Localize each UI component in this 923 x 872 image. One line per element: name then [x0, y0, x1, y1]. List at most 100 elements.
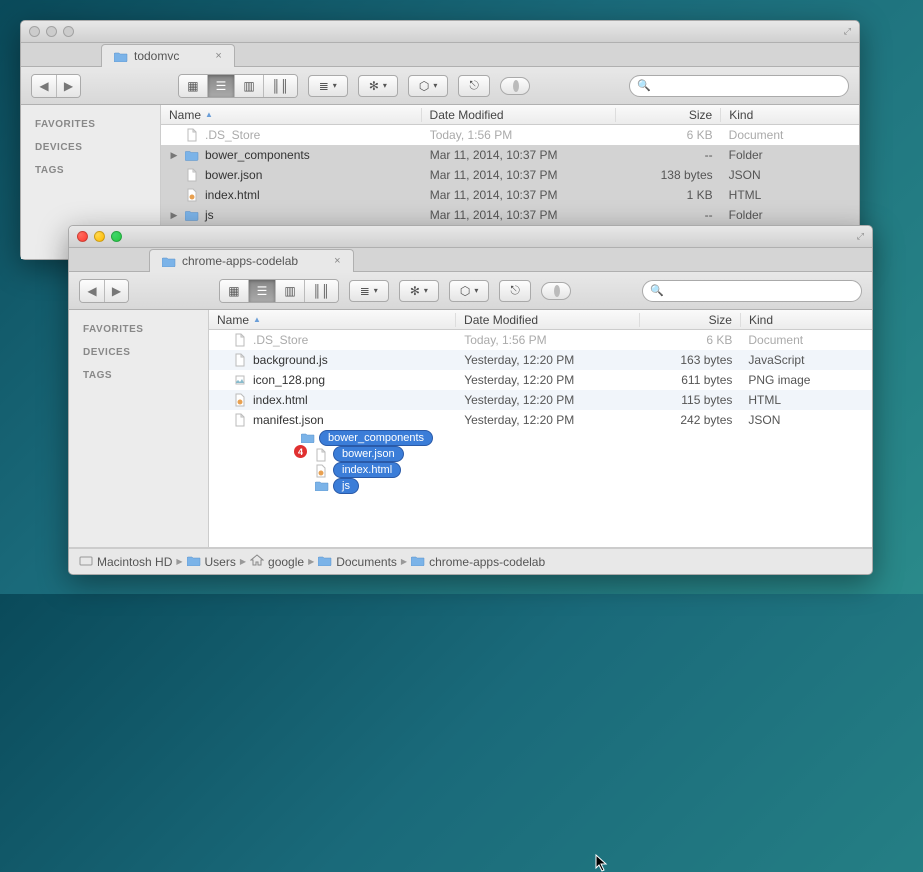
action-button[interactable]: ✻ ▾	[358, 75, 398, 97]
titlebar[interactable]: ⤢	[21, 21, 859, 43]
minimize-button[interactable]	[94, 231, 105, 242]
path-segment[interactable]: Documents	[318, 555, 397, 569]
sidebar-tags[interactable]: TAGS	[21, 159, 160, 182]
column-view-button[interactable]: ▥	[234, 75, 262, 97]
titlebar[interactable]: ⤢	[69, 226, 872, 248]
sidebar-devices[interactable]: DEVICES	[69, 341, 208, 364]
file-row[interactable]: ▶bower_componentsMar 11, 2014, 10:37 PM-…	[161, 145, 859, 165]
file-size: 6 KB	[616, 128, 721, 142]
sidebar-tags[interactable]: TAGS	[69, 364, 208, 387]
finder-window-front: ⤢ chrome-apps-codelab × ◀ ▶ ▦ ☰ ▥ ║║ ≣ ▾…	[68, 225, 873, 575]
folder-icon	[318, 555, 332, 569]
fullscreen-icon[interactable]: ⤢	[857, 231, 864, 242]
coverflow-view-button[interactable]: ║║	[263, 75, 297, 97]
coverflow-view-button[interactable]: ║║	[304, 280, 338, 302]
file-size: 115 bytes	[640, 393, 740, 407]
file-row[interactable]: index.htmlYesterday, 12:20 PM115 bytesHT…	[209, 390, 872, 410]
column-name[interactable]: Name▲	[161, 108, 422, 122]
zoom-button[interactable]	[63, 26, 74, 37]
column-size[interactable]: Size	[640, 313, 741, 327]
tab-label: chrome-apps-codelab	[182, 254, 298, 268]
sidebar: FAVORITES DEVICES TAGS	[69, 310, 209, 547]
column-kind[interactable]: Kind	[741, 313, 872, 327]
toolbar: ◀ ▶ ▦ ☰ ▥ ║║ ≣ ▾ ✻ ▾ ⬡ ▾ ⎋ 🔍	[69, 272, 872, 310]
file-row[interactable]: .DS_StoreToday, 1:56 PM6 KBDocument	[161, 125, 859, 145]
dropbox-button[interactable]: ⬡ ▾	[449, 280, 490, 302]
icon-view-button[interactable]: ▦	[220, 280, 247, 302]
chevron-right-icon: ▶	[401, 557, 407, 566]
tab-codelab[interactable]: chrome-apps-codelab ×	[149, 249, 354, 272]
tab-bar: chrome-apps-codelab ×	[69, 248, 872, 272]
close-icon[interactable]: ×	[334, 255, 340, 267]
nav-buttons: ◀ ▶	[31, 74, 81, 98]
search-input[interactable]	[629, 75, 849, 97]
sidebar-favorites[interactable]: FAVORITES	[21, 113, 160, 136]
file-date: Yesterday, 12:20 PM	[456, 353, 640, 367]
share-button[interactable]: ⎋	[499, 280, 531, 302]
file-row[interactable]: icon_128.pngYesterday, 12:20 PM611 bytes…	[209, 370, 872, 390]
file-kind: HTML	[740, 393, 872, 407]
sidebar-devices[interactable]: DEVICES	[21, 136, 160, 159]
search-field: 🔍	[629, 75, 849, 97]
file-size: 138 bytes	[616, 168, 721, 182]
column-kind[interactable]: Kind	[721, 108, 859, 122]
path-segment[interactable]: google	[250, 554, 304, 569]
tags-button[interactable]	[500, 77, 530, 95]
arrange-button[interactable]: ≣ ▾	[308, 75, 348, 97]
close-button[interactable]	[29, 26, 40, 37]
chevron-right-icon: ▶	[308, 557, 314, 566]
column-name[interactable]: Name▲	[209, 313, 456, 327]
file-row[interactable]: bower.jsonMar 11, 2014, 10:37 PM138 byte…	[161, 165, 859, 185]
file-kind: JSON	[740, 413, 872, 427]
nav-buttons: ◀ ▶	[79, 279, 129, 303]
file-name: background.js	[253, 353, 328, 367]
file-row[interactable]: manifest.jsonYesterday, 12:20 PM242 byte…	[209, 410, 872, 430]
folder-icon	[185, 208, 199, 222]
column-header: Name▲ Date Modified Size Kind	[209, 310, 872, 330]
disclosure-triangle[interactable]: ▶	[169, 210, 179, 221]
path-segment[interactable]: Macintosh HD	[79, 555, 172, 569]
tab-todomvc[interactable]: todomvc ×	[101, 44, 235, 67]
column-date[interactable]: Date Modified	[456, 313, 640, 327]
file-kind: Document	[721, 128, 859, 142]
file-date: Mar 11, 2014, 10:37 PM	[422, 148, 616, 162]
disclosure-triangle[interactable]: ▶	[169, 150, 179, 161]
column-date[interactable]: Date Modified	[422, 108, 616, 122]
back-button[interactable]: ◀	[80, 280, 104, 302]
file-row[interactable]: background.jsYesterday, 12:20 PM163 byte…	[209, 350, 872, 370]
file-date: Yesterday, 12:20 PM	[456, 393, 640, 407]
list-view-button[interactable]: ☰	[248, 280, 276, 302]
minimize-button[interactable]	[46, 26, 57, 37]
forward-button[interactable]: ▶	[56, 75, 80, 97]
list-view-button[interactable]: ☰	[207, 75, 235, 97]
share-button[interactable]: ⎋	[458, 75, 490, 97]
column-view-button[interactable]: ▥	[275, 280, 303, 302]
file-row[interactable]: index.htmlMar 11, 2014, 10:37 PM1 KBHTML	[161, 185, 859, 205]
icon-view-button[interactable]: ▦	[179, 75, 206, 97]
path-segment[interactable]: Users	[187, 555, 236, 569]
file-size: 6 KB	[640, 333, 740, 347]
tags-button[interactable]	[541, 282, 571, 300]
path-segment[interactable]: chrome-apps-codelab	[411, 555, 545, 569]
dropbox-button[interactable]: ⬡ ▾	[408, 75, 449, 97]
file-name: .DS_Store	[253, 333, 308, 347]
file-row[interactable]: .DS_StoreToday, 1:56 PM6 KBDocument	[209, 330, 872, 350]
column-size[interactable]: Size	[616, 108, 722, 122]
forward-button[interactable]: ▶	[104, 280, 128, 302]
action-button[interactable]: ✻ ▾	[399, 280, 439, 302]
file-list: Name▲ Date Modified Size Kind .DS_StoreT…	[209, 310, 872, 547]
arrange-button[interactable]: ≣ ▾	[349, 280, 389, 302]
folder-icon	[114, 51, 128, 62]
file-row[interactable]: ▶jsMar 11, 2014, 10:37 PM--Folder	[161, 205, 859, 225]
search-input[interactable]	[642, 280, 862, 302]
close-icon[interactable]: ×	[215, 50, 221, 62]
file-date: Yesterday, 12:20 PM	[456, 373, 640, 387]
hd-icon	[79, 555, 93, 569]
fullscreen-icon[interactable]: ⤢	[844, 26, 851, 37]
close-button[interactable]	[77, 231, 88, 242]
back-button[interactable]: ◀	[32, 75, 56, 97]
sidebar-favorites[interactable]: FAVORITES	[69, 318, 208, 341]
zoom-button[interactable]	[111, 231, 122, 242]
path-label: Documents	[336, 555, 397, 569]
file-kind: PNG image	[740, 373, 872, 387]
